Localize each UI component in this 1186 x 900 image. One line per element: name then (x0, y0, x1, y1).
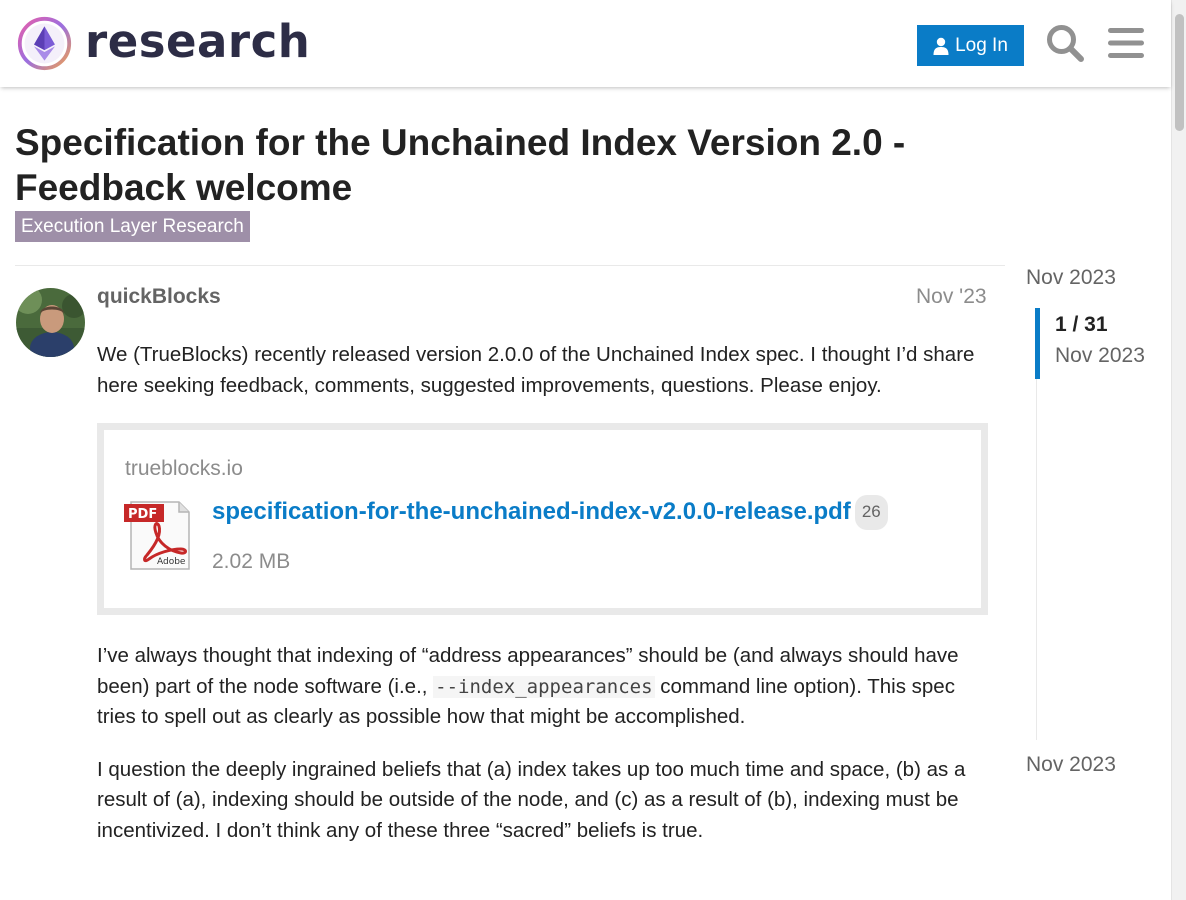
scrollbar-thumb[interactable] (1175, 14, 1184, 131)
user-icon (933, 37, 949, 55)
timeline-scroll-handle[interactable] (1035, 308, 1040, 379)
inline-code-option: --index_appearances (433, 675, 655, 698)
site-header: research Log In (0, 0, 1171, 87)
site-logo[interactable]: research (16, 15, 310, 72)
page-scrollbar[interactable] (1171, 0, 1186, 900)
svg-text:PDF: PDF (128, 507, 157, 522)
onebox-source[interactable]: trueblocks.io (125, 456, 960, 481)
timeline-start-date[interactable]: Nov 2023 (1026, 266, 1116, 290)
pdf-filename: specification-for-the-unchained-index-v2… (212, 498, 851, 525)
timeline-current-date: Nov 2023 (1055, 344, 1145, 367)
post-paragraph-intro: We (TrueBlocks) recently released versio… (97, 343, 975, 397)
pdf-file-size: 2.02 MB (212, 549, 291, 573)
search-icon (1047, 25, 1084, 62)
link-onebox: trueblocks.io PDF Adobe specification-fo… (97, 423, 988, 615)
link-click-count: 26 (854, 495, 888, 530)
avatar-image (16, 288, 85, 357)
search-button[interactable] (1043, 20, 1087, 66)
category-badge[interactable]: Execution Layer Research (15, 211, 250, 242)
site-title: research (85, 15, 311, 68)
login-label: Log In (955, 34, 1008, 56)
post-username[interactable]: quickBlocks (97, 285, 221, 309)
post-body: We (TrueBlocks) recently released versio… (97, 340, 988, 868)
hamburger-menu-icon (1108, 28, 1144, 58)
pdf-file-icon: PDF Adobe (124, 501, 190, 570)
post-date[interactable]: Nov '23 (916, 285, 987, 309)
login-button[interactable]: Log In (917, 25, 1024, 66)
timeline-post-position: 1 / 31 (1055, 313, 1108, 336)
hamburger-menu-button[interactable] (1104, 20, 1148, 66)
ethereum-logo-icon (17, 16, 72, 71)
post-paragraph-3: I question the deeply ingrained beliefs … (97, 757, 966, 842)
user-avatar[interactable] (16, 288, 85, 357)
title-divider (15, 265, 1005, 266)
topic-title[interactable]: Specification for the Unchained Index Ve… (15, 120, 1015, 210)
post-paragraph-2: I’ve always thought that indexing of “ad… (97, 641, 987, 733)
pdf-download-link[interactable]: specification-for-the-unchained-index-v2… (212, 498, 851, 525)
timeline-end-date[interactable]: Nov 2023 (1026, 753, 1116, 777)
svg-text:Adobe: Adobe (157, 557, 186, 567)
